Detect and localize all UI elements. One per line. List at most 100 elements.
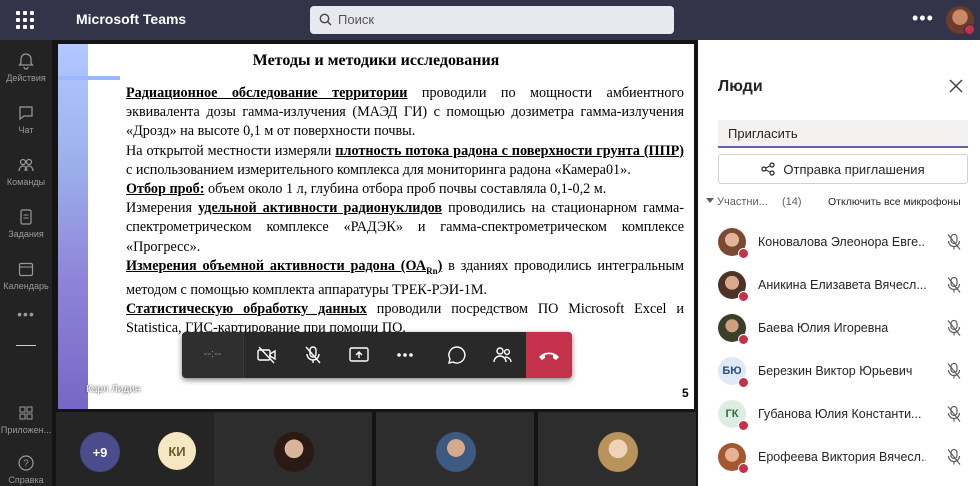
participant-avatar — [718, 271, 749, 302]
video-tile[interactable] — [538, 412, 696, 486]
chat-icon — [19, 106, 33, 121]
participant-photo — [436, 432, 476, 472]
rail-label-calendar: Календарь — [3, 281, 49, 291]
rail-item-chat[interactable]: Чат — [0, 104, 52, 135]
share-invite-label: Отправка приглашения — [783, 161, 925, 177]
video-tile[interactable] — [214, 412, 372, 486]
teams-icon — [18, 158, 34, 172]
participant-row[interactable]: Аникина Елизавета Вячесл... — [718, 271, 974, 307]
participant-avatar — [718, 314, 749, 345]
participant-row[interactable]: Коновалова Элеонора Евге... — [718, 228, 974, 264]
participant-initials-avatar: БЮ — [718, 357, 749, 388]
rail-item-teams[interactable]: Команды — [0, 156, 52, 187]
slide-text: На открытой местности измеряли — [126, 142, 336, 159]
more-options-icon[interactable]: ••• — [912, 8, 934, 29]
leave-call-button[interactable] — [526, 332, 572, 378]
rail-label-help: Справка — [8, 475, 44, 485]
slide-accent-bar — [58, 44, 88, 409]
mic-toggle-button[interactable] — [290, 332, 336, 378]
participants-button[interactable] — [480, 332, 526, 378]
participant-name: Коновалова Элеонора Евге... — [758, 235, 926, 249]
participant-row[interactable]: Ерофеева Виктория Вячесл... — [718, 443, 974, 479]
user-avatar[interactable] — [946, 6, 975, 35]
slide-paragraph: Отбор проб: объем около 1 л, глубина отб… — [126, 180, 684, 199]
rail-item-assignments[interactable]: Задания — [0, 208, 52, 239]
share-invite-button[interactable]: Отправка приглашения — [718, 154, 968, 184]
slide-text: объем около 1 л, глубина отбора проб поч… — [204, 181, 607, 198]
rail-label-activity: Действия — [6, 73, 46, 83]
participant-row[interactable]: Баева Юлия Игоревна — [718, 314, 974, 350]
participant-name: Ерофеева Виктория Вячесл... — [758, 450, 926, 464]
participant-avatar — [718, 443, 749, 474]
participants-section-header[interactable]: Участни... (14) Отключить все микрофоны — [706, 196, 976, 212]
slide-heading: удельной активности радионуклидов — [198, 200, 443, 217]
more-apps-icon[interactable]: ••• — [0, 306, 52, 322]
app-launcher-icon[interactable] — [14, 9, 36, 31]
participants-count: (14) — [782, 196, 802, 208]
bell-icon — [18, 53, 34, 70]
slide-heading: Отбор проб: — [126, 181, 205, 198]
slide-paragraph: Измерения удельной активности радионукли… — [126, 199, 684, 257]
rail-label-assignments: Задания — [8, 229, 44, 239]
mic-off-icon — [947, 276, 961, 293]
help-icon: ? — [18, 455, 34, 471]
presenter-name: Карл Лидин — [86, 384, 141, 395]
rail-item-calendar[interactable]: Календарь — [0, 260, 52, 291]
chat-bubble-icon — [448, 346, 466, 364]
invite-input[interactable] — [718, 120, 968, 148]
participants-icon — [493, 347, 512, 363]
slide-paragraph: Радиационное обследование территории про… — [126, 84, 684, 142]
slide-accent-line — [58, 76, 120, 80]
video-tile[interactable] — [376, 412, 534, 486]
slide-text: Измерения — [126, 200, 199, 217]
panel-title: Люди — [718, 78, 763, 95]
call-timer: --:-- — [182, 332, 244, 378]
share-icon — [761, 162, 775, 176]
slide-page-number: 5 — [682, 386, 689, 400]
mute-all-link[interactable]: Отключить все микрофоны — [828, 196, 961, 208]
more-actions-button[interactable] — [382, 332, 428, 378]
share-screen-icon — [349, 347, 369, 362]
participant-row[interactable]: БЮ Березкин Виктор Юрьевич — [718, 357, 974, 393]
more-actions-icon — [397, 353, 413, 357]
app-title: Microsoft Teams — [76, 11, 187, 27]
rail-divider — [16, 345, 36, 346]
assignments-icon — [20, 209, 32, 225]
camera-toggle-button[interactable] — [244, 332, 290, 378]
app-rail: Действия Чат Команды Задания Календарь •… — [0, 40, 52, 486]
rail-item-activity[interactable]: Действия — [0, 52, 52, 83]
overflow-count[interactable]: +9 — [80, 432, 120, 472]
participant-avatar — [718, 228, 749, 259]
slide-paragraph: Измерения объемной активности радона (ОА… — [126, 257, 684, 300]
mic-off-icon — [947, 233, 961, 250]
slide-heading: Измерения объемной активности радона (ОА — [126, 257, 427, 274]
participant-photo — [598, 432, 638, 472]
slide-title: Методы и методики исследования — [252, 52, 500, 69]
meeting-chat-button[interactable] — [434, 332, 480, 378]
slide-heading: плотность потока радона с поверхности гр… — [335, 142, 685, 159]
rail-label-teams: Команды — [6, 177, 46, 187]
slide-heading: Статистическую обработку данных — [126, 301, 367, 318]
rail-item-apps[interactable]: Приложен... — [0, 404, 52, 435]
rail-item-help[interactable]: ? Справка — [0, 454, 52, 485]
rail-label-chat: Чат — [18, 125, 34, 135]
overflow-tile: +9 КИ — [56, 412, 214, 486]
participant-initials-avatar[interactable]: КИ — [158, 432, 196, 470]
calendar-icon — [18, 262, 34, 277]
participant-name: Аникина Елизавета Вячесл... — [758, 278, 926, 292]
mic-off-icon — [947, 448, 961, 465]
participant-initials-avatar: ГК — [718, 400, 749, 431]
search-input[interactable]: Поиск — [310, 6, 674, 34]
slide-subscript: Rn — [426, 265, 438, 276]
share-screen-button[interactable] — [336, 332, 382, 378]
chevron-down-icon — [706, 198, 714, 203]
participants-label: Участни... — [717, 196, 768, 208]
slide-text: с использованием измерительного комплекс… — [126, 161, 631, 178]
participant-name: Баева Юлия Игоревна — [758, 321, 889, 335]
close-icon[interactable] — [946, 76, 966, 96]
slide-paragraph: На открытой местности измеряли плотность… — [126, 142, 684, 180]
title-bar: Microsoft Teams Поиск ••• — [0, 0, 980, 40]
mic-off-icon — [947, 362, 961, 379]
participant-row[interactable]: ГК Губанова Юлия Константи... — [718, 400, 974, 436]
apps-icon — [19, 406, 33, 420]
